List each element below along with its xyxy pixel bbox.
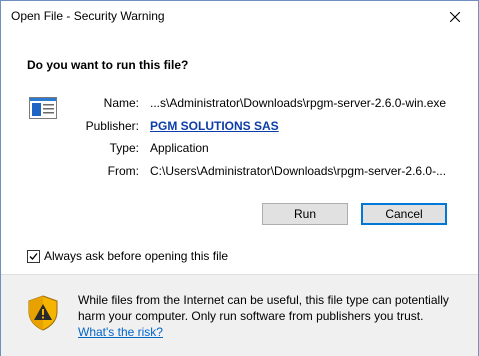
title-bar: Open File - Security Warning [1,1,478,32]
close-icon [450,11,460,22]
dialog-question: Do you want to run this file? [27,58,189,72]
checkmark-icon [29,252,38,260]
publisher-label: Publisher: [85,119,139,133]
run-button[interactable]: Run [262,203,348,225]
publisher-link[interactable]: PGM SOLUTIONS SAS [150,119,279,133]
security-warning-dialog: Open File - Security Warning Do you want… [0,0,479,356]
cancel-button[interactable]: Cancel [361,203,447,225]
warning-text: While files from the Internet can be use… [78,293,449,323]
whats-the-risk-link[interactable]: What's the risk? [78,325,163,339]
security-shield-icon [28,295,58,331]
always-ask-checkbox-row[interactable]: Always ask before opening this file [27,248,228,264]
window-title: Open File - Security Warning [11,9,165,23]
close-button[interactable] [432,1,478,32]
from-value: C:\Users\Administrator\Downloads\rpgm-se… [150,164,447,178]
warning-message: While files from the Internet can be use… [78,292,468,340]
always-ask-checkbox[interactable] [27,249,40,263]
name-label: Name: [103,96,139,110]
name-value: ...s\Administrator\Downloads\rpgm-server… [150,96,447,110]
from-label: From: [107,164,139,178]
always-ask-label: Always ask before opening this file [44,249,229,263]
type-value: Application [150,141,209,155]
type-label: Type: [109,141,139,155]
